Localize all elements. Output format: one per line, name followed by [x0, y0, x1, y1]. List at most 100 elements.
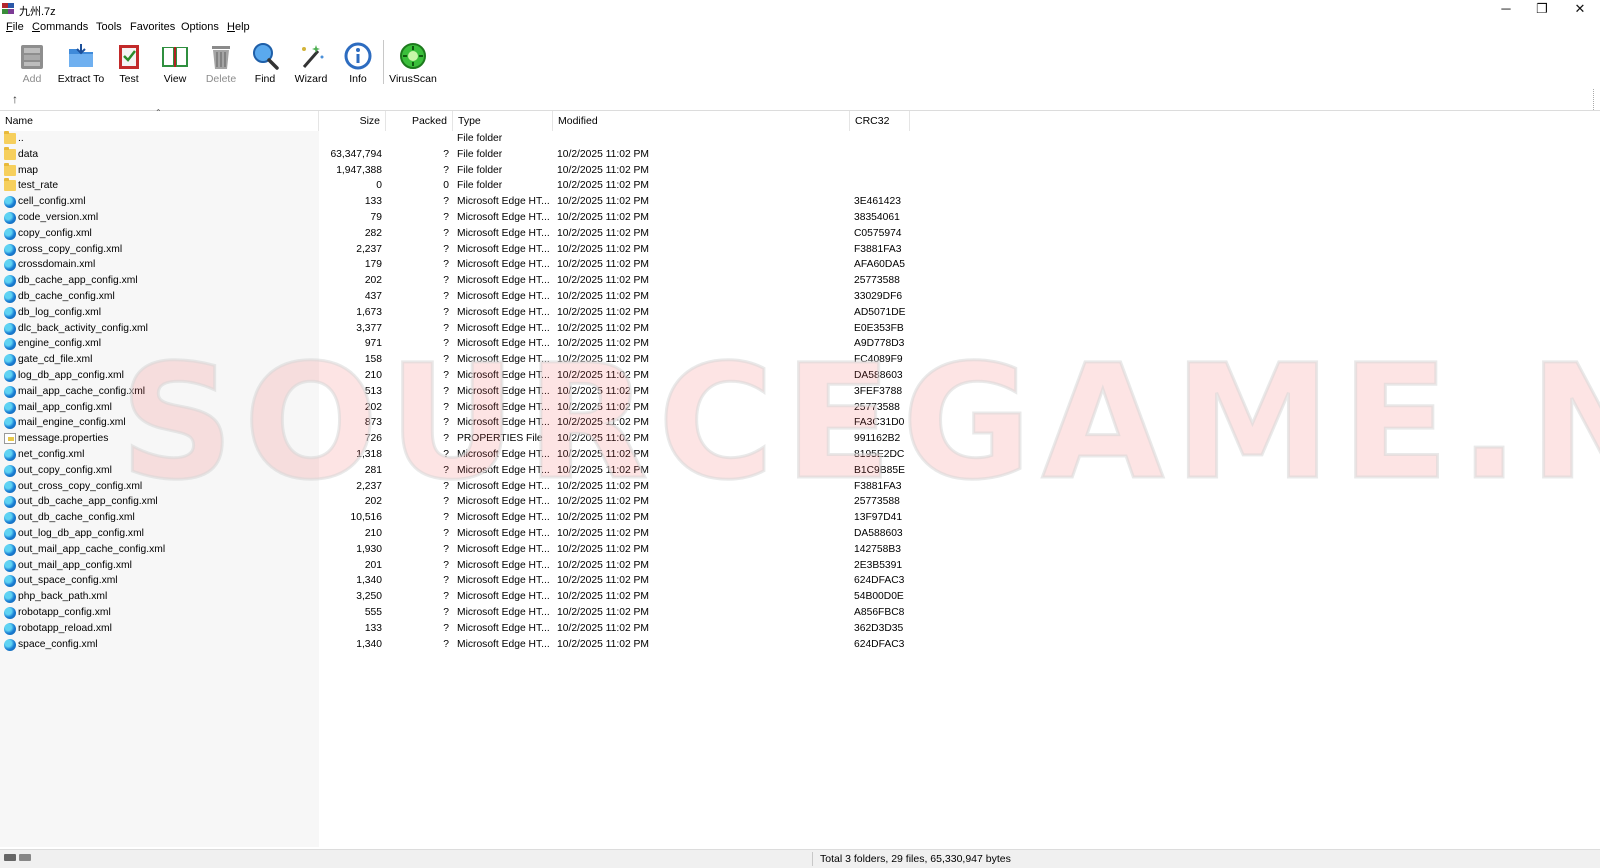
file-type: Microsoft Edge HT... — [457, 370, 550, 381]
file-row[interactable]: out_mail_app_config.xml 201? Microsoft Edg… — [0, 558, 910, 574]
file-row[interactable]: db_cache_app_config.xml 202? Microsoft Edg… — [0, 273, 910, 289]
file-size: 1,340 — [356, 638, 382, 650]
file-type: Microsoft Edge HT... — [457, 227, 550, 239]
file-row[interactable]: test_rate 0 0 File folder 10/2/2025 11:02 PM — [0, 178, 910, 194]
edge-icon — [4, 622, 16, 635]
column-size[interactable]: Size — [319, 111, 386, 131]
file-name: cross_copy_config.xml — [18, 243, 123, 255]
column-name[interactable]: Name — [0, 111, 319, 131]
file-modified: 10/2/2025 11:02 PM — [557, 212, 649, 223]
file-type: Microsoft Edge HT... — [457, 622, 550, 634]
edge-icon — [4, 638, 16, 651]
file-row[interactable]: log_db_app_config.xml 210? Microsoft Edge … — [0, 368, 910, 384]
file-modified: 10/2/2025 11:02 PM — [557, 164, 649, 176]
test-label: Test — [119, 73, 139, 85]
menu-favorites[interactable]: Favorites — [130, 21, 175, 33]
address-grip[interactable] — [1593, 89, 1596, 110]
file-modified: 10/2/2025 11:02 PM — [557, 591, 649, 603]
restore-button[interactable]: ❐ — [1524, 0, 1560, 18]
menu-options[interactable]: Options — [181, 21, 219, 33]
file-crc32: DA588603 — [854, 528, 903, 539]
column-modified[interactable]: Modified — [553, 111, 850, 131]
file-size: 3,250 — [356, 591, 382, 603]
file-row[interactable]: gate_cd_file.xml 158? Microsoft Edge HT...… — [0, 352, 910, 368]
menu-commands[interactable]: Commands — [32, 21, 88, 33]
wizard-button[interactable]: Wizard — [291, 39, 331, 87]
file-row[interactable]: out_space_config.xml 1,340? Microsoft Edge… — [0, 573, 910, 589]
file-crc32: 2E3B5391 — [854, 559, 903, 571]
minimize-button[interactable]: ─ — [1488, 0, 1524, 18]
file-packed: ? — [443, 433, 449, 445]
file-packed: ? — [443, 291, 449, 302]
menu-tools[interactable]: Tools — [96, 21, 122, 33]
file-size: 133 — [364, 622, 382, 634]
winrar-app-icon[interactable] — [2, 3, 15, 15]
file-type: Microsoft Edge HT... — [457, 638, 550, 650]
file-row[interactable]: copy_config.xml 282? Microsoft Edge HT... 1… — [0, 226, 910, 242]
file-packed: ? — [443, 212, 449, 223]
file-row[interactable]: out_copy_config.xml 281? Microsoft Edge HT… — [0, 463, 910, 479]
file-row[interactable]: mail_engine_config.xml 873? Microsoft Edge… — [0, 415, 910, 431]
test-button[interactable]: Test — [111, 39, 147, 87]
file-crc32: C0575974 — [854, 227, 902, 239]
file-row[interactable]: map 1,947,388? File folder 10/2/2025 11:02 … — [0, 162, 910, 179]
file-name: dlc_back_activity_config.xml — [18, 322, 148, 334]
file-row[interactable]: db_log_config.xml 1,673? Microsoft Edge HT… — [0, 305, 910, 321]
close-button[interactable]: ✕ — [1562, 0, 1598, 18]
add-label: Add — [22, 73, 42, 85]
file-row[interactable]: engine_config.xml 971? Microsoft Edge HT..… — [0, 336, 910, 352]
up-folder-icon[interactable]: ↑ — [12, 92, 18, 106]
file-row[interactable]: .. File folder — [0, 131, 910, 147]
file-name: out_cross_copy_config.xml — [18, 480, 143, 492]
file-type: Microsoft Edge HT... — [457, 401, 550, 413]
file-row[interactable]: dlc_back_activity_config.xml 3,377? Micros… — [0, 321, 910, 337]
file-list-header: ⌃ Name Size Packed Type Modified CRC32 — [0, 108, 1600, 131]
add-button[interactable]: Add — [12, 39, 52, 87]
file-row[interactable]: robotapp_reload.xml 133? Microsoft Edge HT… — [0, 621, 910, 637]
menu-help[interactable]: Help — [227, 21, 250, 33]
file-size: 1,318 — [356, 449, 382, 460]
view-button[interactable]: View — [155, 39, 195, 87]
file-row[interactable]: php_back_path.xml 3,250? Microsoft Edge HT… — [0, 589, 910, 605]
file-row[interactable]: crossdomain.xml 179? Microsoft Edge HT... 1… — [0, 257, 910, 273]
file-row[interactable]: code_version.xml 79? Microsoft Edge HT... 1… — [0, 210, 910, 226]
edge-icon — [4, 243, 16, 256]
file-row[interactable]: mail_app_cache_config.xml 513? Microsoft E… — [0, 384, 910, 400]
file-row[interactable]: net_config.xml 1,318? Microsoft Edge HT...… — [0, 447, 910, 463]
column-packed[interactable]: Packed — [386, 111, 453, 131]
column-type[interactable]: Type — [453, 111, 553, 131]
file-row[interactable]: space_config.xml 1,340? Microsoft Edge HT.… — [0, 637, 910, 653]
find-button[interactable]: Find — [247, 39, 283, 87]
file-row[interactable]: mail_app_config.xml 202? Microsoft Edge HT… — [0, 400, 910, 416]
file-row[interactable]: out_mail_app_cache_config.xml 1,930? Micro… — [0, 542, 910, 558]
toolbar-separator — [383, 40, 384, 84]
file-packed: ? — [443, 417, 449, 429]
file-packed: ? — [443, 243, 449, 255]
file-row[interactable]: out_db_cache_config.xml 10,516? Microsoft … — [0, 510, 910, 526]
file-packed: ? — [443, 196, 449, 208]
file-size: 873 — [364, 417, 382, 429]
file-packed: ? — [443, 227, 449, 239]
file-row[interactable]: cross_copy_config.xml 2,237? Microsoft Edg… — [0, 242, 910, 258]
delete-button[interactable]: Delete — [201, 39, 241, 87]
file-row[interactable]: robotapp_config.xml 555? Microsoft Edge HT… — [0, 605, 910, 621]
drive-status-icon[interactable] — [4, 854, 34, 863]
info-button[interactable]: Info — [340, 39, 376, 87]
file-type: Microsoft Edge HT... — [457, 496, 550, 508]
file-row[interactable]: cell_config.xml 133? Microsoft Edge HT... 1… — [0, 194, 910, 210]
file-modified: 10/2/2025 11:02 PM — [557, 512, 649, 524]
file-row[interactable]: out_log_db_app_config.xml 210? Microsoft E… — [0, 526, 910, 542]
file-row[interactable]: data 63,347,794? File folder 10/2/2025 11:0… — [0, 146, 910, 163]
file-row[interactable]: out_db_cache_app_config.xml 202? Microsoft… — [0, 494, 910, 510]
file-modified: 10/2/2025 11:02 PM — [557, 464, 649, 476]
menu-file[interactable]: File — [6, 21, 24, 33]
file-crc32: A856FBC8 — [854, 607, 905, 618]
file-row[interactable]: message.properties 726? PROPERTIES File 10/… — [0, 431, 910, 447]
file-crc32: F3881FA3 — [854, 243, 902, 255]
column-crc32[interactable]: CRC32 — [850, 111, 910, 131]
virusscan-button[interactable]: VirusScan — [389, 39, 437, 87]
file-row[interactable]: db_cache_config.xml 437? Microsoft Edge HT… — [0, 289, 910, 305]
extract-to-button[interactable]: Extract To — [56, 39, 106, 87]
file-row[interactable]: out_cross_copy_config.xml 2,237? Microsoft… — [0, 479, 910, 495]
file-modified: 10/2/2025 11:02 PM — [557, 275, 649, 287]
